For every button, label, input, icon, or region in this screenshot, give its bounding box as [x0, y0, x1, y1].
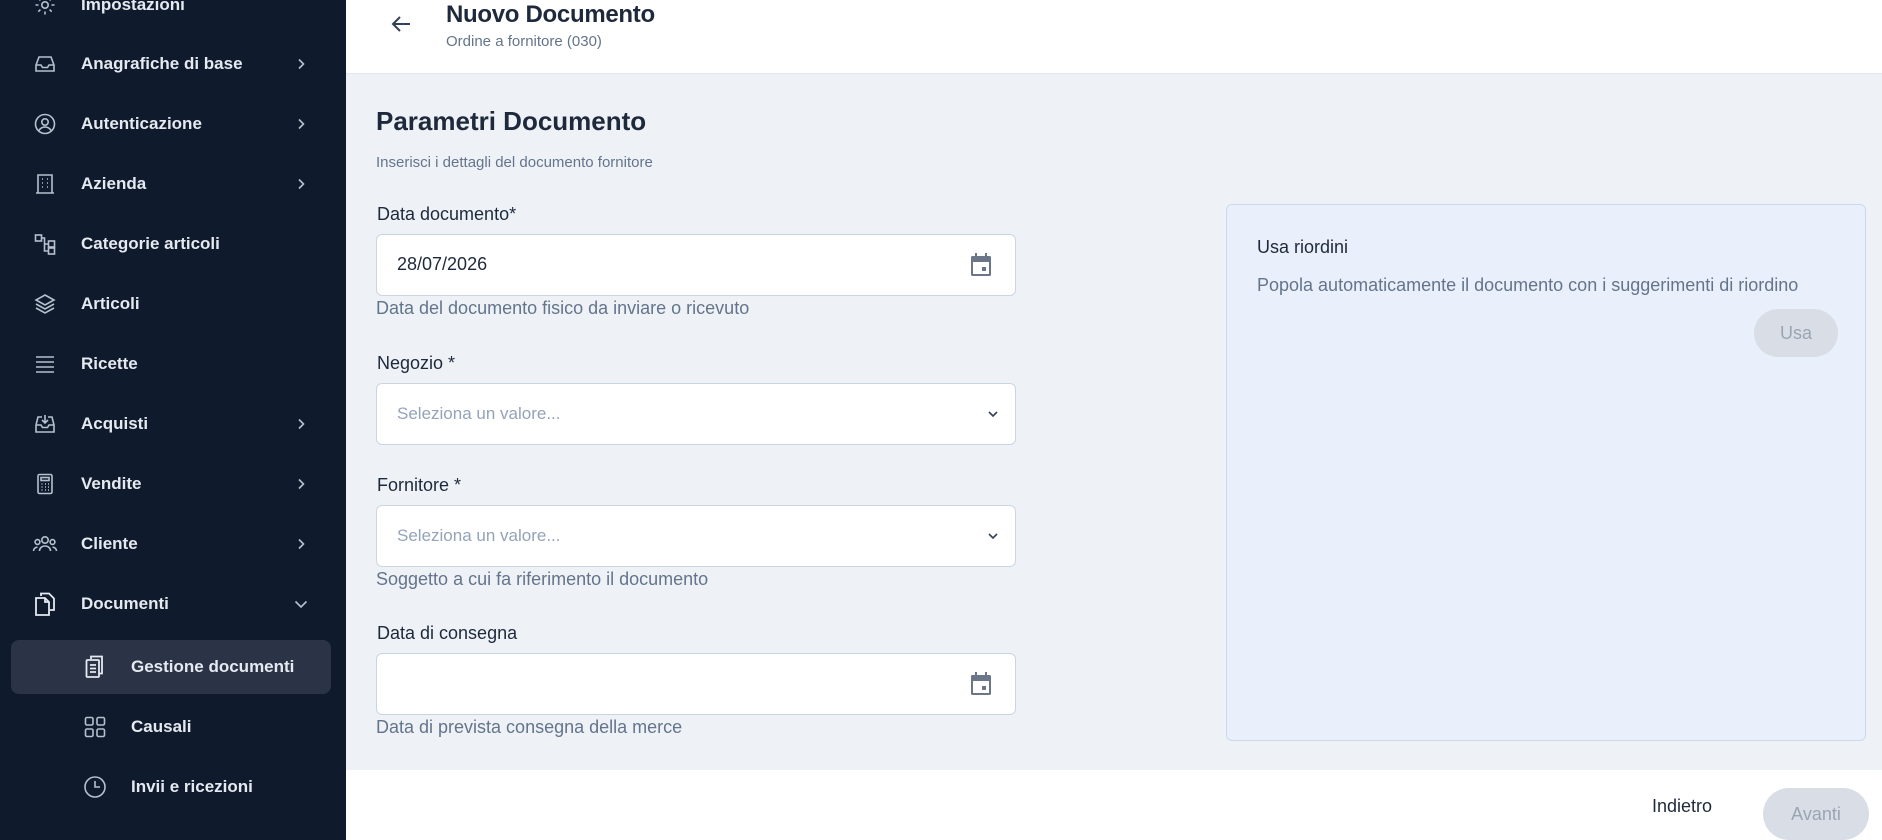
data-documento-label: Data documento*	[377, 204, 517, 224]
sidebar: Impostazioni Anagrafiche di base Autenti…	[0, 0, 346, 840]
sidebar-item-documenti[interactable]: Documenti	[0, 579, 346, 629]
form-title: Parametri Documento	[376, 106, 647, 136]
chevron-right-icon	[293, 116, 309, 132]
tray-download-icon	[32, 411, 58, 437]
arrow-left-icon	[390, 12, 414, 41]
hierarchy-icon	[32, 231, 58, 257]
sidebar-item-label: Ricette	[81, 354, 138, 373]
gear-icon	[32, 0, 58, 18]
chevron-down-icon	[293, 596, 309, 612]
chevron-right-icon	[293, 176, 309, 192]
sidebar-item-label: Causali	[131, 717, 192, 736]
form-subtitle: Inserisci i dettagli del documento forni…	[376, 154, 653, 171]
calendar-icon[interactable]	[967, 670, 995, 698]
grid-icon	[82, 714, 108, 740]
documents-icon	[32, 591, 58, 617]
use-reorder-button[interactable]: Usa	[1754, 309, 1838, 357]
indietro-button[interactable]: Indietro	[1652, 796, 1712, 817]
main-content: Nuovo Documento Ordine a fornitore (030)…	[346, 0, 1882, 840]
clock-icon	[82, 774, 108, 800]
sidebar-item-label: Categorie articoli	[81, 234, 220, 253]
chevron-right-icon	[293, 536, 309, 552]
sidebar-item-label: Azienda	[81, 174, 147, 193]
sidebar-item-vendite[interactable]: Vendite	[0, 459, 346, 509]
header: Nuovo Documento Ordine a fornitore (030)	[346, 0, 1882, 74]
fornitore-help: Soggetto a cui fa riferimento il documen…	[376, 569, 709, 589]
data-documento-help: Data del documento fisico da inviare o r…	[376, 298, 750, 318]
negozio-placeholder: Seleziona un valore...	[397, 404, 561, 423]
clipboard-icon	[82, 654, 108, 680]
sidebar-item-anagrafiche[interactable]: Anagrafiche di base	[0, 39, 346, 89]
inbox-icon	[32, 51, 58, 77]
data-consegna-help: Data di prevista consegna della merce	[376, 717, 683, 737]
sidebar-item-label: Documenti	[81, 594, 169, 613]
sidebar-subitem-invii-ricezioni[interactable]: Invii e ricezioni	[11, 760, 331, 814]
page-title: Nuovo Documento	[446, 1, 655, 28]
layers-icon	[32, 291, 58, 317]
calculator-icon	[32, 471, 58, 497]
sidebar-item-label: Autenticazione	[81, 114, 202, 133]
data-consegna-field[interactable]	[376, 653, 1016, 715]
sidebar-item-azienda[interactable]: Azienda	[0, 159, 346, 209]
building-icon	[32, 171, 58, 197]
sidebar-item-label: Cliente	[81, 534, 138, 553]
fornitore-select[interactable]: Seleziona un valore...	[376, 505, 1016, 567]
chevron-down-icon	[985, 406, 1001, 422]
chevron-down-icon	[985, 528, 1001, 544]
sidebar-item-label: Vendite	[81, 474, 142, 493]
reorder-card-description: Popola automaticamente il documento con …	[1257, 275, 1799, 295]
user-circle-icon	[32, 111, 58, 137]
chevron-right-icon	[293, 56, 309, 72]
sidebar-item-label: Gestione documenti	[131, 657, 295, 676]
sidebar-item-label: Acquisti	[81, 414, 149, 433]
fornitore-label: Fornitore *	[377, 475, 462, 495]
users-icon	[32, 531, 58, 557]
reorder-card: Usa riordini Popola automaticamente il d…	[1226, 204, 1866, 741]
avanti-button[interactable]: Avanti	[1763, 788, 1869, 840]
chevron-right-icon	[293, 476, 309, 492]
data-documento-field[interactable]: 28/07/2026	[376, 234, 1016, 296]
sidebar-item-label: Invii e ricezioni	[131, 777, 253, 796]
sidebar-subitem-causali[interactable]: Causali	[11, 700, 331, 754]
negozio-select[interactable]: Seleziona un valore...	[376, 383, 1016, 445]
negozio-label: Negozio *	[377, 353, 456, 373]
back-button[interactable]	[386, 10, 418, 42]
sidebar-item-cliente[interactable]: Cliente	[0, 519, 346, 569]
fornitore-placeholder: Seleziona un valore...	[397, 526, 561, 545]
calendar-icon[interactable]	[967, 251, 995, 279]
sidebar-item-label: Impostazioni	[81, 0, 185, 14]
list-icon	[32, 351, 58, 377]
reorder-card-title: Usa riordini	[1257, 237, 1349, 257]
sidebar-item-label: Articoli	[81, 294, 140, 313]
sidebar-item-label: Anagrafiche di base	[81, 54, 243, 73]
sidebar-item-articoli[interactable]: Articoli	[0, 279, 346, 329]
sidebar-item-impostazioni[interactable]: Impostazioni	[0, 0, 346, 30]
data-consegna-label: Data di consegna	[377, 623, 518, 643]
footer: Indietro Avanti	[346, 770, 1882, 840]
app: Impostazioni Anagrafiche di base Autenti…	[0, 0, 1882, 840]
sidebar-subitem-gestione-documenti[interactable]: Gestione documenti	[11, 640, 331, 694]
sidebar-item-autenticazione[interactable]: Autenticazione	[0, 99, 346, 149]
sidebar-item-acquisti[interactable]: Acquisti	[0, 399, 346, 449]
sidebar-item-ricette[interactable]: Ricette	[0, 339, 346, 389]
page-subtitle: Ordine a fornitore (030)	[446, 33, 602, 50]
data-documento-value: 28/07/2026	[397, 254, 488, 274]
chevron-right-icon	[293, 416, 309, 432]
sidebar-item-categorie-articoli[interactable]: Categorie articoli	[0, 219, 346, 269]
